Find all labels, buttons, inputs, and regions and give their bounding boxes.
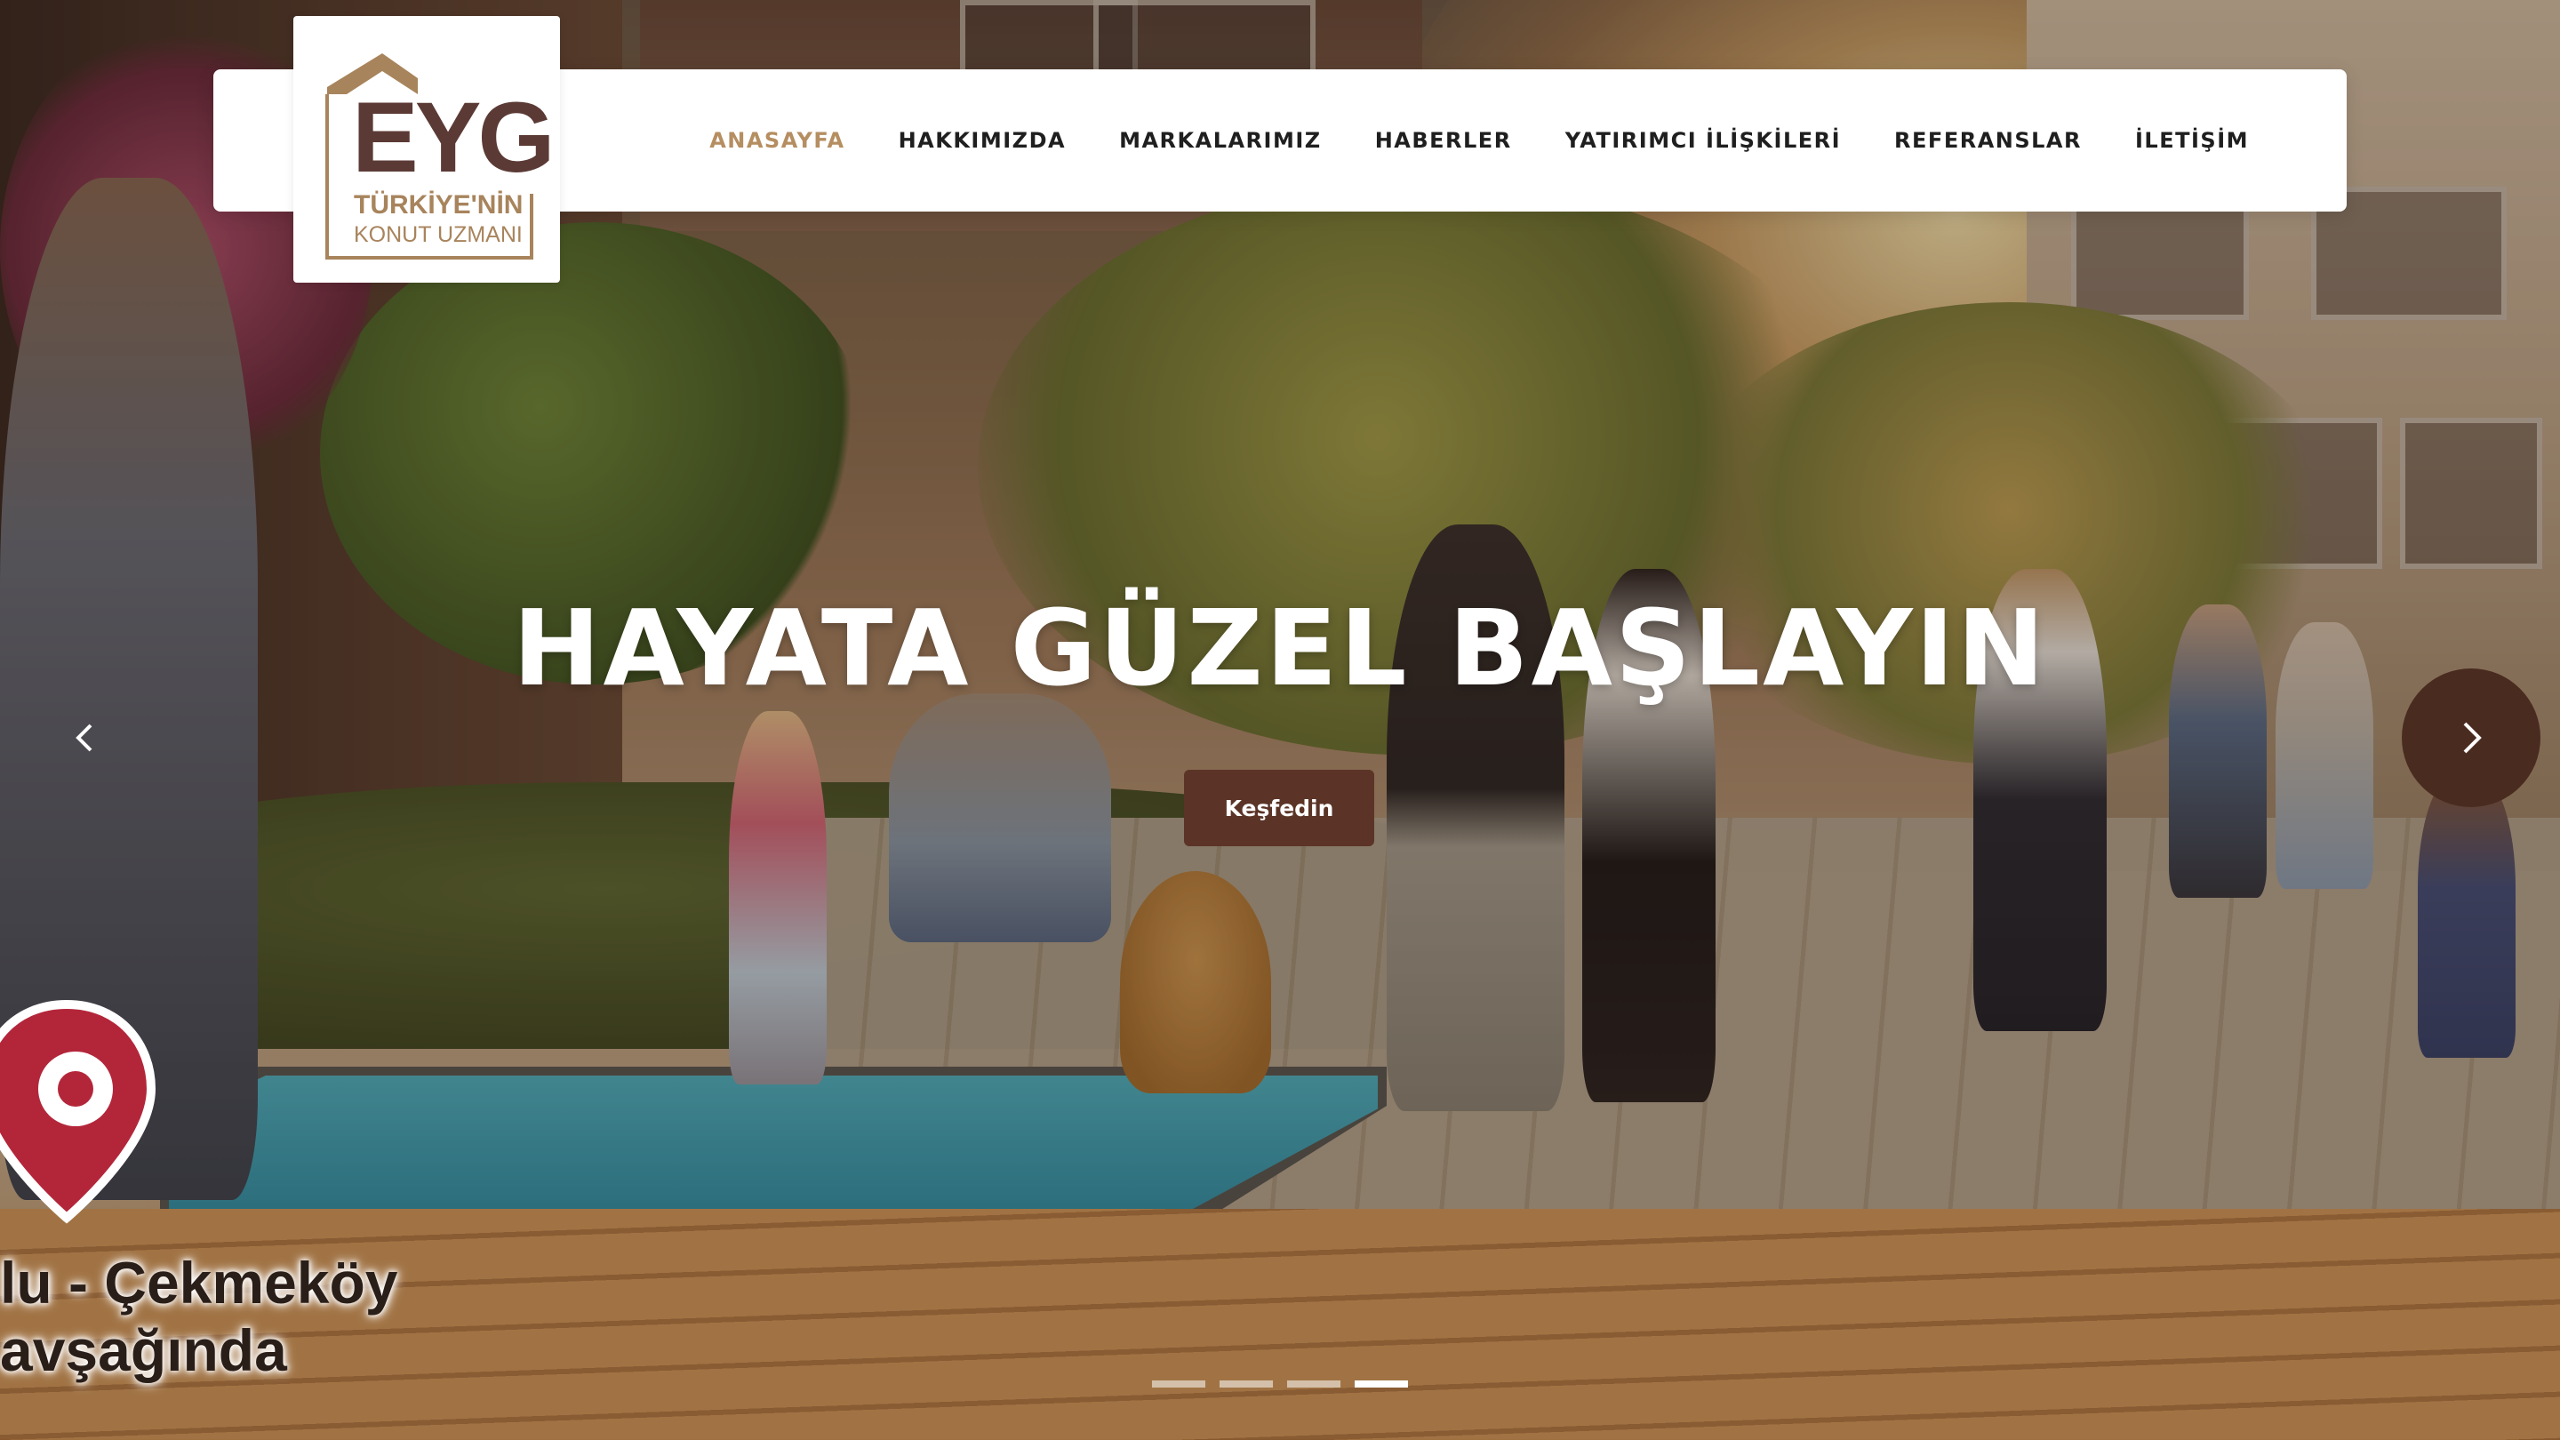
site-logo[interactable]: EYG TÜRKİYE'NİN KONUT UZMANI [293,16,560,283]
hero-headline: HAYATA GÜZEL BAŞLAYIN [512,587,2048,709]
logo-eyg-text: EYG [352,82,552,193]
discover-button[interactable]: Keşfedin [1184,770,1374,846]
slider-dot[interactable] [1287,1380,1340,1388]
slider-next-button[interactable] [2402,668,2540,807]
chevron-right-icon [2463,722,2482,754]
logo-tagline-line1: TÜRKİYE'NİN [354,190,523,220]
slider-pagination [1152,1380,1408,1388]
slider-prev-button[interactable] [62,711,107,764]
location-pin-icon [0,999,156,1224]
logo-tagline-line2: KONUT UZMANI [354,222,523,247]
page-bottom-edge [0,1440,2560,1456]
chevron-left-icon [76,724,92,752]
nav-item-referanslar[interactable]: REFERANSLAR [1894,128,2082,153]
nav-item-yatirimci-iliskileri[interactable]: YATIRIMCI İLİŞKİLERİ [1565,128,1841,153]
location-billboard-text: lu - Çekmeköy avşağında [0,1249,398,1384]
location-text-line1: lu - Çekmeköy [0,1250,398,1316]
nav-item-iletisim[interactable]: İLETİŞİM [2135,128,2249,153]
nav-item-haberler[interactable]: HABERLER [1375,128,1512,153]
slider-dot[interactable] [1152,1380,1205,1388]
slider-dot-active[interactable] [1355,1380,1408,1388]
nav-item-markalarimiz[interactable]: MARKALARIMIZ [1119,128,1322,153]
nav-item-hakkimizda[interactable]: HAKKIMIZDA [899,128,1067,153]
logo-mark: EYG TÜRKİYE'NİN KONUT UZMANI [325,53,556,260]
nav-item-anasayfa[interactable]: ANASAYFA [709,128,844,153]
slider-dot[interactable] [1220,1380,1273,1388]
location-text-line2: avşağında [0,1317,287,1383]
main-nav: ANASAYFA HAKKIMIZDA MARKALARIMIZ HABERLE… [709,69,2249,212]
